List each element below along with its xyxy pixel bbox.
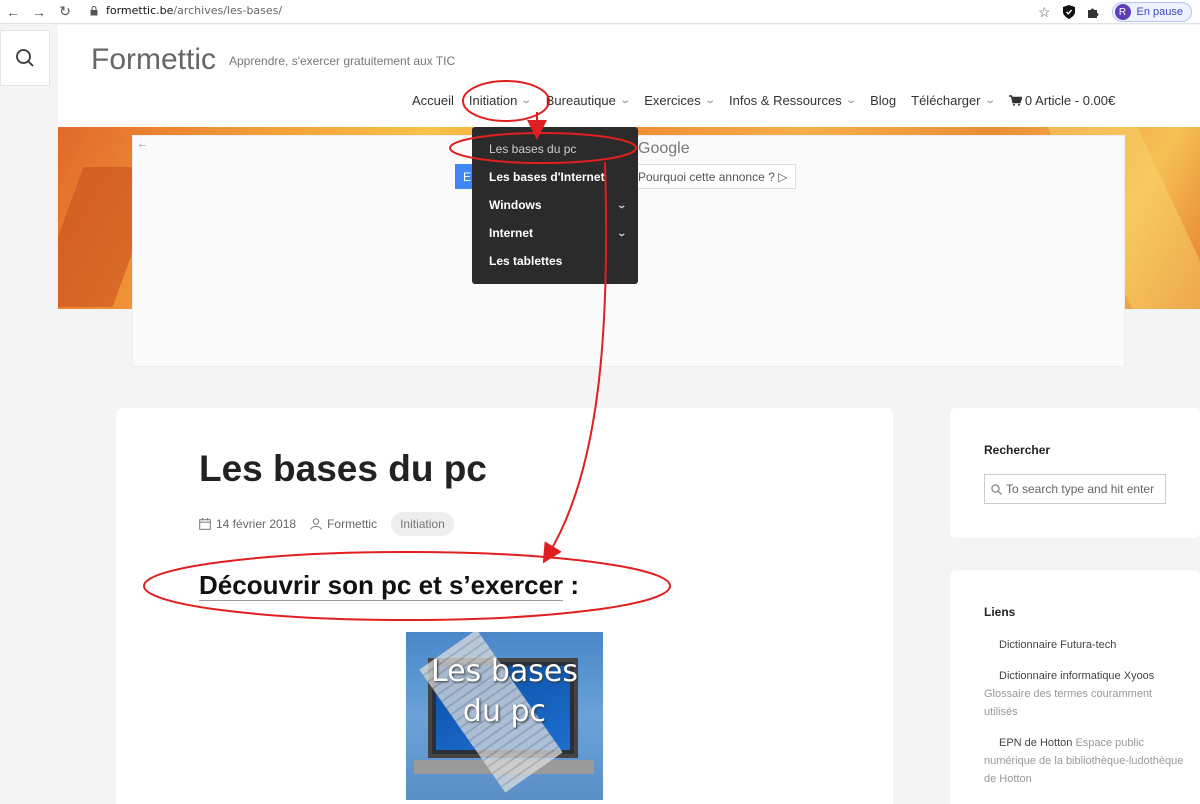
- reload-icon[interactable]: ↻: [58, 3, 72, 20]
- section-heading-link[interactable]: Découvrir son pc et s’exercer: [199, 570, 564, 601]
- dropdown-label: Internet: [489, 226, 534, 240]
- thumbnail-text-line1: Les bases: [431, 654, 578, 689]
- main-menu: Accueil Initiation ⌄ Bureautique ⌄ Exercic…: [412, 93, 1130, 108]
- calendar-icon: [199, 518, 211, 530]
- list-item: EPN de Hotton Espace public numérique de…: [984, 734, 1184, 788]
- cart-link[interactable]: 0 Article - 0.00€: [1008, 93, 1116, 108]
- sidebar-link[interactable]: Dictionnaire informatique Xyoos: [984, 670, 1154, 682]
- menu-item-telecharger[interactable]: Télécharger ⌄: [911, 93, 996, 108]
- initiation-dropdown: Les bases du pc Les bases d'Internet Win…: [472, 127, 638, 284]
- sidebar-link[interactable]: EPN de Hotton: [984, 737, 1072, 749]
- post-author[interactable]: Formettic: [327, 517, 377, 531]
- menu-label: Bureautique: [545, 93, 616, 108]
- back-arrow-icon[interactable]: ←: [137, 138, 148, 150]
- site-tagline: Apprendre, s'exercer gratuitement aux TI…: [229, 54, 456, 68]
- post-thumbnail: Les bases du pc: [406, 632, 603, 800]
- dropdown-label: Windows: [489, 198, 542, 212]
- bookmark-star-icon[interactable]: ☆: [1038, 4, 1051, 21]
- search-input[interactable]: To search type and hit enter: [984, 474, 1166, 504]
- dropdown-label: Les bases d'Internet: [489, 170, 605, 184]
- menu-label: Initiation: [468, 93, 518, 108]
- url-path: /archives/les-bases/: [173, 4, 283, 17]
- back-arrow-icon[interactable]: ←: [6, 4, 20, 20]
- post-date[interactable]: 14 février 2018: [216, 517, 296, 531]
- menu-label: Blog: [870, 93, 897, 108]
- address-bar[interactable]: formettic.be/archives/les-bases/: [106, 4, 282, 17]
- chevron-down-icon: ⌄: [616, 227, 628, 238]
- dropdown-item-windows[interactable]: Windows ⌄: [472, 191, 638, 219]
- post-card: Les bases du pc 14 février 2018 Formetti…: [116, 408, 893, 804]
- menu-item-initiation[interactable]: Initiation ⌄: [468, 93, 533, 108]
- dropdown-label: Les tablettes: [489, 254, 563, 268]
- widget-title: Rechercher: [984, 443, 1051, 457]
- menu-label: Exercices: [644, 93, 701, 108]
- side-search-button[interactable]: [0, 30, 50, 86]
- chevron-down-icon: ⌄: [619, 95, 631, 106]
- chevron-down-icon: ⌄: [703, 95, 716, 106]
- menu-label: Accueil: [412, 93, 454, 108]
- ad-provider: Google: [638, 140, 690, 157]
- chevron-down-icon: ⌄: [983, 95, 996, 106]
- menu-label: Télécharger: [911, 93, 981, 108]
- user-icon: [310, 518, 322, 530]
- chevron-down-icon: ⌄: [520, 95, 533, 106]
- link-description: Glossaire des termes couramment utilisés: [984, 688, 1153, 718]
- forward-arrow-icon[interactable]: →: [32, 4, 46, 20]
- lock-icon: [90, 6, 98, 16]
- thumbnail-text-line2: du pc: [462, 694, 547, 729]
- dropdown-label: Les bases du pc: [489, 142, 577, 156]
- menu-item-exercices[interactable]: Exercices ⌄: [644, 93, 716, 108]
- section-heading: Découvrir son pc et s’exercer :: [199, 570, 579, 601]
- post-meta: 14 février 2018 Formettic Initiation: [199, 512, 454, 536]
- chevron-down-icon: ⌄: [616, 199, 628, 210]
- links-widget: Liens Dictionnaire Futura-tech Dictionna…: [950, 570, 1200, 804]
- site-logo[interactable]: Formettic: [91, 43, 216, 77]
- list-item: Dictionnaire Futura-tech: [984, 636, 1184, 654]
- dropdown-item-les-bases-internet[interactable]: Les bases d'Internet: [472, 163, 638, 191]
- chevron-down-icon: ⌄: [845, 95, 857, 106]
- menu-item-blog[interactable]: Blog: [870, 93, 896, 108]
- menu-item-infos-ressources[interactable]: Infos & Ressources ⌄: [729, 93, 857, 108]
- section-heading-suffix: :: [563, 570, 580, 600]
- category-badge[interactable]: Initiation: [391, 512, 454, 536]
- cart-icon: [1008, 95, 1022, 106]
- site-header: Formettic Apprendre, s'exercer gratuitem…: [58, 25, 1200, 127]
- search-icon: [16, 49, 34, 67]
- search-widget: Rechercher To search type and hit enter: [950, 408, 1200, 538]
- search-icon: [991, 483, 1002, 495]
- menu-item-bureautique[interactable]: Bureautique ⌄: [545, 93, 631, 108]
- avatar: R: [1114, 4, 1131, 20]
- browser-toolbar: ← → ↻ formettic.be/archives/les-bases/ ☆…: [0, 0, 1200, 24]
- menu-label: Infos & Ressources: [729, 93, 842, 108]
- page-title: Les bases du pc: [199, 448, 487, 489]
- dropdown-item-les-tablettes[interactable]: Les tablettes: [472, 247, 638, 275]
- dropdown-item-internet[interactable]: Internet ⌄: [472, 219, 638, 247]
- profile-pause-button[interactable]: R En pause: [1111, 2, 1192, 22]
- list-item: Dictionnaire informatique Xyoos Glossair…: [984, 667, 1184, 721]
- menu-item-accueil[interactable]: Accueil: [412, 93, 454, 108]
- shield-extension-icon[interactable]: [1062, 5, 1075, 19]
- why-this-ad-button[interactable]: Pourquoi cette annonce ? ▷: [629, 164, 797, 189]
- dropdown-item-les-bases-du-pc[interactable]: Les bases du pc: [472, 135, 638, 163]
- profile-status: En pause: [1136, 6, 1183, 18]
- cart-label: 0 Article - 0.00€: [1024, 93, 1116, 108]
- search-placeholder: To search type and hit enter: [1006, 482, 1155, 496]
- url-host: formettic.be: [106, 4, 174, 17]
- sidebar-link[interactable]: Dictionnaire Futura-tech: [984, 639, 1116, 651]
- widget-title: Liens: [984, 605, 1016, 619]
- puzzle-extension-icon[interactable]: [1087, 6, 1100, 19]
